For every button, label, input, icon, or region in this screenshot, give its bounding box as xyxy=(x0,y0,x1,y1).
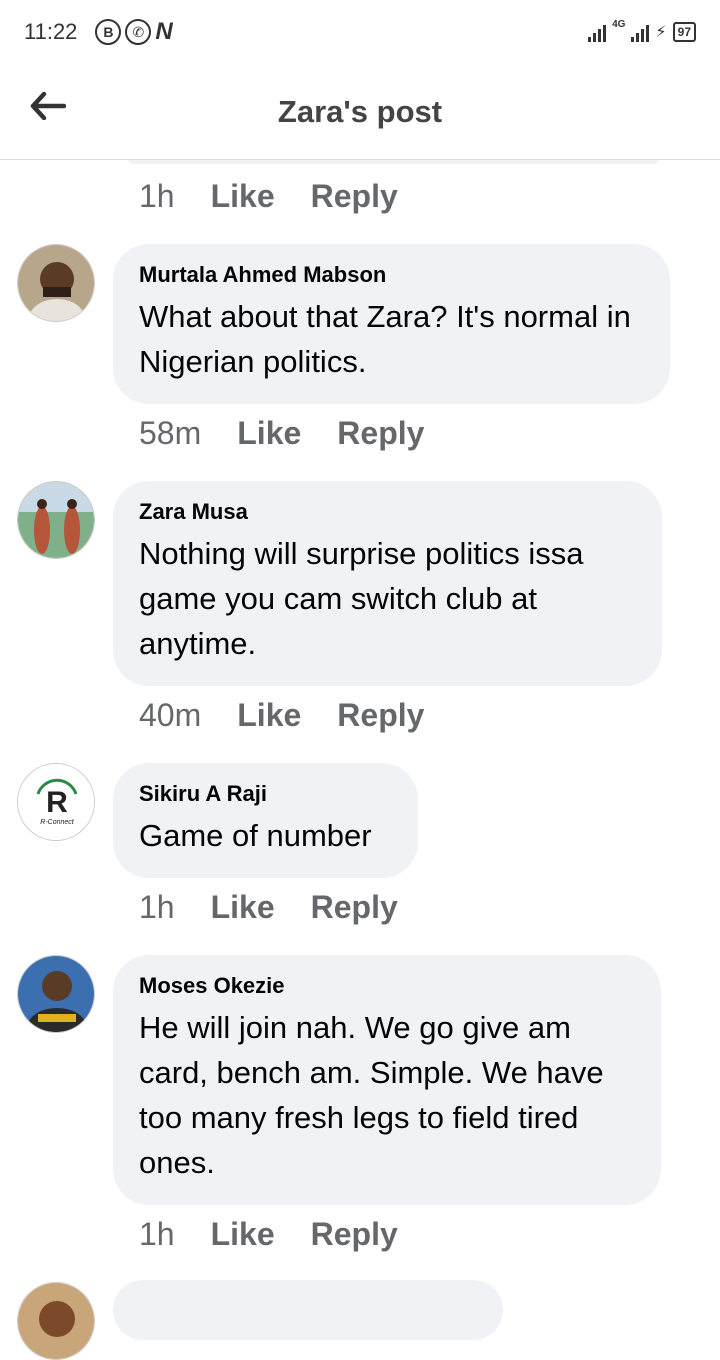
r-connect-logo: R R-Connect xyxy=(18,764,94,840)
logo-caption: R-Connect xyxy=(40,819,75,826)
comment-bubble[interactable]: Zara Musa Nothing will surprise politics… xyxy=(113,481,662,686)
page-title: Zara's post xyxy=(277,94,443,129)
comment-time: 1h xyxy=(139,889,175,925)
comment-text: He will join nah. We go give am card, be… xyxy=(139,1010,604,1180)
comment-time: 40m xyxy=(139,697,202,733)
comment-author[interactable]: Zara Musa xyxy=(139,499,636,525)
avatar[interactable] xyxy=(17,1282,95,1360)
signal-icon xyxy=(588,22,607,42)
status-right: 4G ⚡ 97 xyxy=(588,18,696,42)
avatar-image xyxy=(18,956,94,1032)
reply-button[interactable]: Reply xyxy=(311,178,398,215)
battery-icon: 97 xyxy=(672,22,696,42)
avatar[interactable] xyxy=(17,955,95,1033)
comment-author[interactable]: Murtala Ahmed Mabson xyxy=(139,262,644,288)
comment-time: 1h xyxy=(139,1216,175,1252)
avatar-image xyxy=(18,482,94,558)
reply-button[interactable]: Reply xyxy=(337,697,424,734)
like-button[interactable]: Like xyxy=(237,415,301,452)
comment-time: 1h xyxy=(139,178,175,214)
comment-author[interactable]: Sikiru A Raji xyxy=(139,781,392,807)
comment-meta: 1h Like Reply xyxy=(139,1216,398,1253)
comment-meta: 1h Like Reply xyxy=(139,178,398,215)
charging-icon: ⚡ xyxy=(655,24,667,41)
comment-text: Game of number xyxy=(139,818,372,853)
whatsapp-icon: ✆ xyxy=(125,19,152,45)
comment-bubble[interactable]: Moses Okezie He will join nah. We go giv… xyxy=(113,955,661,1205)
comment-text: What about that Zara? It's normal in Nig… xyxy=(139,299,631,379)
network-label: 4G xyxy=(612,18,626,30)
comment-meta: 58m Like Reply xyxy=(139,415,424,452)
like-button[interactable]: Like xyxy=(211,1216,275,1253)
reply-button[interactable]: Reply xyxy=(311,1216,398,1253)
status-bar: 11:22 B ✆ N 4G ⚡ 97 xyxy=(0,0,720,64)
comment-meta: 40m Like Reply xyxy=(139,697,424,734)
reply-button[interactable]: Reply xyxy=(337,415,424,452)
comment-text: Nothing will surprise politics issa game… xyxy=(139,536,584,661)
logo-letter: R xyxy=(46,786,68,819)
comment-time: 58m xyxy=(139,415,202,451)
comment-author[interactable]: Moses Okezie xyxy=(139,973,635,999)
avatar[interactable] xyxy=(17,481,95,559)
app-header: Zara's post xyxy=(0,64,720,160)
like-button[interactable]: Like xyxy=(211,889,275,926)
avatar[interactable]: R R-Connect xyxy=(17,763,95,841)
n-icon: N xyxy=(155,18,173,45)
comment-bubble[interactable]: Murtala Ahmed Mabson What about that Zar… xyxy=(113,244,670,404)
b-icon: B xyxy=(95,19,122,45)
status-time: 11:22 xyxy=(24,19,78,44)
reply-button[interactable]: Reply xyxy=(311,889,398,926)
avatar-image xyxy=(18,1283,94,1359)
signal-icon-2 xyxy=(631,22,650,42)
comment-meta: 1h Like Reply xyxy=(139,889,398,926)
previous-bubble-edge xyxy=(128,160,658,164)
like-button[interactable]: Like xyxy=(211,178,275,215)
notification-icons: B ✆ N xyxy=(95,18,173,46)
comment-bubble[interactable] xyxy=(113,1280,503,1340)
avatar-image xyxy=(18,245,94,321)
like-button[interactable]: Like xyxy=(237,697,301,734)
comment-bubble[interactable]: Sikiru A Raji Game of number xyxy=(113,763,418,878)
avatar[interactable] xyxy=(17,244,95,322)
